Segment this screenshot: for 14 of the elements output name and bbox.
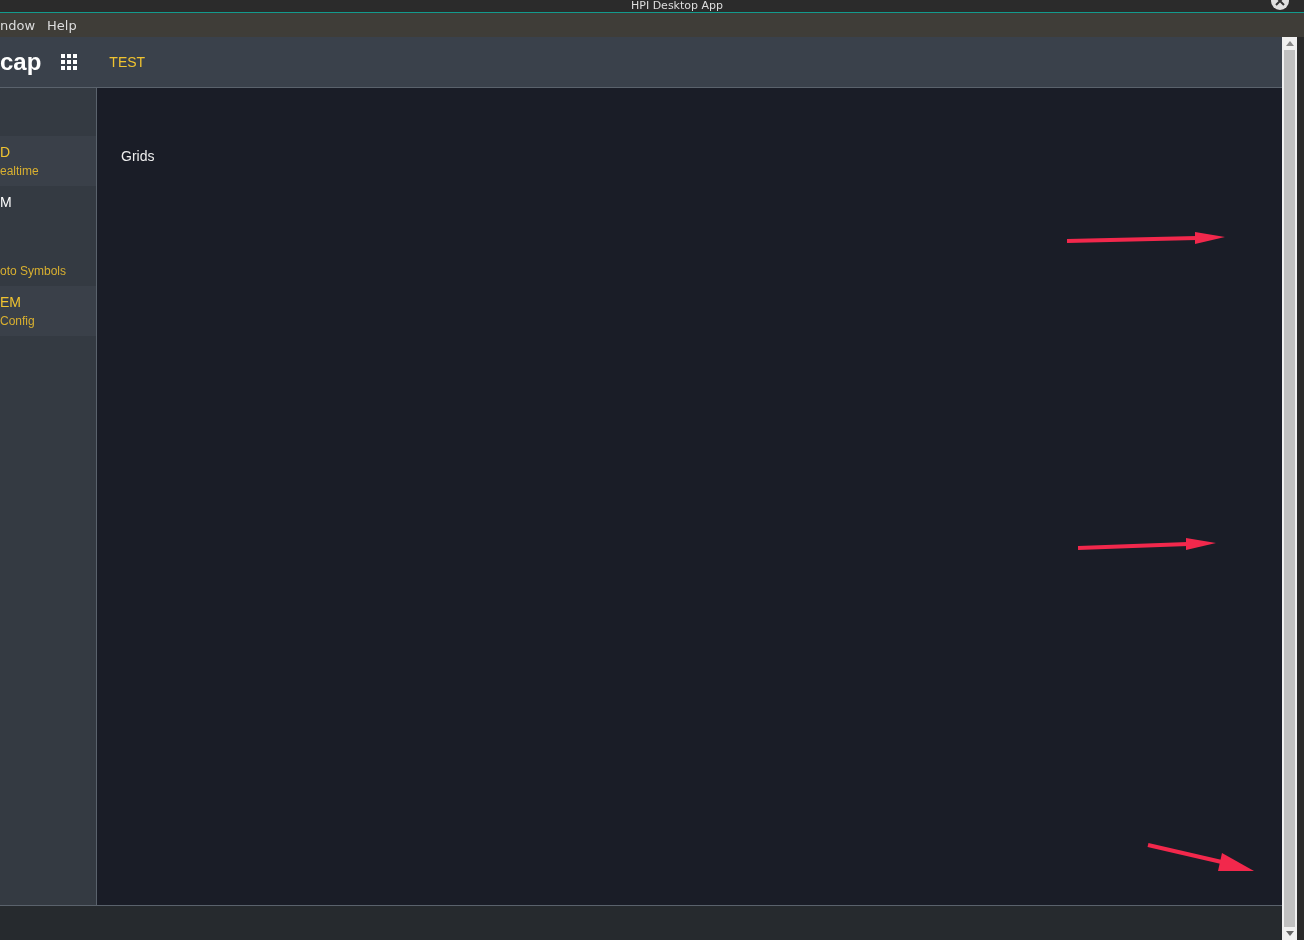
scroll-down-icon[interactable] (1285, 931, 1294, 936)
menu-item[interactable]: ndow (0, 17, 36, 33)
sidebar-item[interactable]: D ealtime (0, 136, 96, 186)
sidebar-item[interactable]: M oto Symbols (0, 186, 96, 286)
logo: cap (0, 48, 42, 76)
scrollbar[interactable] (1282, 37, 1297, 940)
header-tab[interactable]: TEST (109, 54, 146, 70)
page-heading: Grids (121, 148, 155, 164)
window-title: HPI Desktop App (631, 0, 723, 12)
scroll-up-icon[interactable] (1285, 41, 1294, 46)
sidebar-item[interactable]: EM Config (0, 286, 96, 336)
scroll-thumb[interactable] (1284, 50, 1295, 927)
apps-grid-icon[interactable] (61, 54, 78, 70)
menu-item[interactable]: Help (47, 17, 77, 33)
